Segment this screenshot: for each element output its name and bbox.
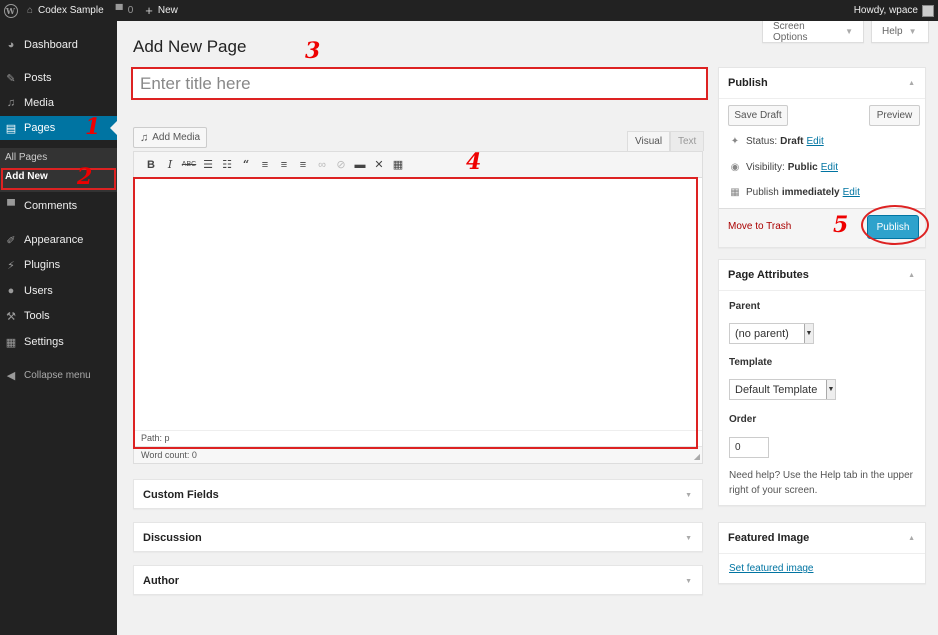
featured-image-box: Featured Image ▲ Set featured image [718,522,926,584]
template-label: Template [729,357,773,368]
account-menu[interactable]: Howdy, wpace [854,4,938,17]
blockquote-icon[interactable]: “ [237,156,255,174]
media-icon: ♫ [140,131,149,144]
read-more-icon[interactable]: ▬ [351,156,369,174]
admin-bar: W ⌂ Codex Sample ▀ 0 + New Howdy, wpace [0,0,938,21]
screen-options-button[interactable]: Screen Options ▼ [762,21,864,43]
tab-text[interactable]: Text [670,131,705,151]
chevron-down-icon[interactable]: ▼ [685,578,692,585]
template-select[interactable]: Default Template ▼ [729,379,836,400]
annotation-1: 1 [85,114,101,140]
submenu-all-pages[interactable]: All Pages [5,152,47,163]
avatar [922,4,934,17]
bullet-list-icon[interactable]: ☰ [199,156,217,174]
collapse-arrow-icon: ◀ [6,369,16,382]
plus-icon: + [145,3,153,18]
align-left-icon[interactable]: ≡ [256,156,274,174]
discussion-box[interactable]: Discussion ▼ [133,522,703,552]
bold-icon[interactable]: B [142,156,160,174]
editor-toolbar: B I ABC ☰ ☷ “ ≡ ≡ ≡ ∞ ⊘ ▬ ✕ ▦ [134,152,702,178]
media-icon: ♫ [6,97,16,109]
fullscreen-icon[interactable]: ✕ [370,156,388,174]
resize-handle-icon[interactable]: ◢ [694,452,700,461]
save-draft-button[interactable]: Save Draft [728,105,788,126]
collapse-menu-button[interactable]: ◀ Collapse menu [0,363,117,387]
visibility-row: ◉ Visibility: Public Edit [730,162,838,173]
annotation-box-title [131,67,708,100]
annotation-2: 2 [77,164,93,190]
chevron-down-icon[interactable]: ▼ [685,535,692,542]
chevron-down-icon: ▼ [826,380,835,399]
sidebar-item-tools[interactable]: ⚒ Tools [0,304,117,328]
help-button[interactable]: Help ▼ [871,21,929,43]
calendar-icon: ▦ [730,187,740,198]
status-edit-link[interactable]: Edit [806,136,823,147]
wordpress-logo-icon[interactable]: W [0,0,21,21]
chevron-down-icon: ▼ [845,27,853,36]
sidebar-item-dashboard[interactable]: ◕ Dashboard [0,33,117,57]
annotation-5: 5 [833,212,849,238]
pin-icon: ✦ [730,136,740,147]
plug-icon: ⚡ [7,259,15,272]
comment-bubble-icon: ▀ [115,5,123,16]
annotation-3: 3 [305,38,321,64]
numbered-list-icon[interactable]: ☷ [218,156,236,174]
link-icon[interactable]: ∞ [313,156,331,174]
chevron-up-icon[interactable]: ▲ [908,80,915,87]
order-label: Order [729,414,757,425]
unlink-icon[interactable]: ⊘ [332,156,350,174]
dashboard-icon: ◕ [7,39,15,51]
settings-icon: ▦ [5,336,17,349]
italic-icon[interactable]: I [161,156,179,174]
chevron-up-icon[interactable]: ▲ [908,272,915,279]
home-icon: ⌂ [27,5,34,16]
sidebar-item-media[interactable]: ♫ Media [0,91,117,115]
brush-icon: ✐ [6,234,16,247]
annotation-4: 4 [466,149,482,175]
align-right-icon[interactable]: ≡ [294,156,312,174]
chevron-down-icon[interactable]: ▼ [685,492,692,499]
author-box[interactable]: Author ▼ [133,565,703,595]
new-content-link[interactable]: + New [139,0,184,21]
pin-icon: ✎ [6,72,16,85]
set-featured-image-link[interactable]: Set featured image [729,563,814,574]
chevron-down-icon: ▼ [804,324,813,343]
add-media-button[interactable]: ♫ Add Media [133,127,208,148]
page-attributes-box: Page Attributes ▲ Parent (no parent) ▼ Tem… [718,259,926,506]
user-icon: ● [7,285,15,297]
comments-link[interactable]: ▀ 0 [110,0,140,21]
annotation-box-editor [133,177,698,449]
eye-icon: ◉ [730,162,740,173]
wrench-icon: ⚒ [6,310,16,323]
page-title: Add New Page [133,37,247,56]
order-input[interactable]: 0 [729,437,769,458]
pages-icon: ▤ [5,122,17,135]
custom-fields-box[interactable]: Custom Fields ▼ [133,479,703,509]
chevron-up-icon[interactable]: ▲ [908,535,915,542]
toolbar-toggle-icon[interactable]: ▦ [389,156,407,174]
chevron-down-icon: ▼ [908,27,917,36]
annotation-box-add-new [1,168,116,190]
preview-button[interactable]: Preview [869,105,920,126]
sidebar-item-posts[interactable]: ✎ Posts [0,66,117,90]
site-name-link[interactable]: ⌂ Codex Sample [21,0,110,21]
comment-icon: ▀ [7,200,15,212]
help-text: Need help? Use the Help tab in the upper… [729,470,914,496]
annotation-circle-publish [861,205,929,245]
parent-label: Parent [729,301,761,312]
sidebar-item-plugins[interactable]: ⚡ Plugins [0,253,117,277]
strikethrough-icon[interactable]: ABC [180,156,198,174]
move-to-trash-link[interactable]: Move to Trash [728,221,791,232]
schedule-edit-link[interactable]: Edit [843,187,860,198]
align-center-icon[interactable]: ≡ [275,156,293,174]
parent-select[interactable]: (no parent) ▼ [729,323,814,344]
sidebar-item-appearance[interactable]: ✐ Appearance [0,228,117,252]
status-row: ✦ Status: Draft Edit [730,136,824,147]
sidebar-item-users[interactable]: ● Users [0,279,117,303]
tab-visual[interactable]: Visual [627,131,671,151]
sidebar-item-settings[interactable]: ▦ Settings [0,330,117,354]
schedule-row: ▦ Publish immediately Edit [730,187,860,198]
sidebar-item-comments[interactable]: ▀ Comments [0,194,117,218]
visibility-edit-link[interactable]: Edit [821,162,838,173]
